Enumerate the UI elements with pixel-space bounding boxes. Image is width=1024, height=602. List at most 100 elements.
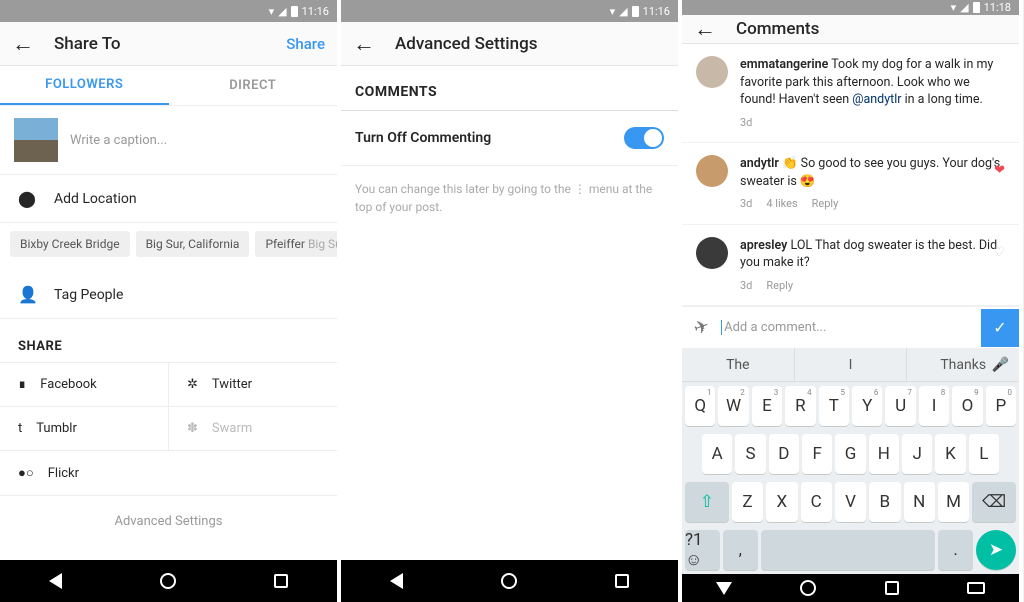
share-swarm[interactable]: ✽Swarm xyxy=(169,407,337,450)
direct-icon[interactable]: ✈ xyxy=(691,315,712,340)
share-tumblr[interactable]: tTumblr xyxy=(0,407,169,450)
key-u[interactable]: U7 xyxy=(885,386,915,426)
add-comment-input[interactable]: Add a comment... xyxy=(721,320,969,335)
key-y[interactable]: Y6 xyxy=(852,386,882,426)
key-e[interactable]: E3 xyxy=(752,386,782,426)
commenting-toggle[interactable] xyxy=(624,127,664,149)
username[interactable]: andytlr xyxy=(740,156,779,171)
back-icon[interactable]: ← xyxy=(694,16,716,42)
timestamp: 3d xyxy=(740,278,752,293)
key-t[interactable]: T5 xyxy=(819,386,849,426)
key-q[interactable]: Q1 xyxy=(685,386,715,426)
key-p[interactable]: P0 xyxy=(986,386,1016,426)
page-title: Advanced Settings xyxy=(395,34,666,54)
suggestion[interactable]: The xyxy=(682,348,795,381)
key-l[interactable]: L xyxy=(969,434,999,474)
avatar[interactable] xyxy=(696,237,728,269)
username[interactable]: emmatangerine xyxy=(740,57,828,72)
reply-button[interactable]: Reply xyxy=(812,196,839,211)
share-facebook[interactable]: ∎Facebook xyxy=(0,363,169,406)
nav-hide-kb-icon[interactable] xyxy=(716,582,732,595)
back-icon[interactable]: ← xyxy=(353,31,375,57)
reply-button[interactable]: Reply xyxy=(766,278,793,293)
key-d[interactable]: D xyxy=(769,434,799,474)
key-m[interactable]: M xyxy=(938,482,969,522)
key-s[interactable]: S xyxy=(735,434,765,474)
nav-bar xyxy=(0,560,337,602)
key-n[interactable]: N xyxy=(904,482,935,522)
nav-home-icon[interactable] xyxy=(160,573,176,589)
tab-direct[interactable]: DIRECT xyxy=(169,66,338,105)
nav-home-icon[interactable] xyxy=(501,573,517,589)
share-flickr[interactable]: ●○Flickr xyxy=(0,451,169,495)
facebook-icon: ∎ xyxy=(18,377,26,392)
shift-key[interactable]: ⇧ xyxy=(685,482,729,522)
nav-recent-icon[interactable] xyxy=(274,574,288,588)
enter-key[interactable]: ➤ xyxy=(976,530,1016,570)
avatar[interactable] xyxy=(696,155,728,187)
nav-home-icon[interactable] xyxy=(800,580,816,596)
key-j[interactable]: J xyxy=(902,434,932,474)
tumblr-icon: t xyxy=(18,421,22,436)
location-chip[interactable]: Bixby Creek Bridge xyxy=(10,231,130,257)
key-k[interactable]: K xyxy=(935,434,965,474)
space-key[interactable] xyxy=(761,530,935,570)
username[interactable]: apresley xyxy=(740,238,787,253)
backspace-key[interactable]: ⌫ xyxy=(972,482,1016,522)
key-x[interactable]: X xyxy=(766,482,797,522)
post-thumbnail xyxy=(14,118,58,162)
nav-recent-icon[interactable] xyxy=(885,581,899,595)
caption-row[interactable]: Write a caption... xyxy=(0,106,337,175)
mention-link[interactable]: @andytlr xyxy=(852,92,901,107)
key-a[interactable]: A xyxy=(702,434,732,474)
nav-recent-icon[interactable] xyxy=(615,574,629,588)
back-icon[interactable]: ← xyxy=(12,31,34,57)
turn-off-commenting-row[interactable]: Turn Off Commenting xyxy=(341,111,678,166)
key-r[interactable]: R4 xyxy=(785,386,815,426)
like-icon[interactable]: ♡ xyxy=(993,245,1005,260)
suggestion[interactable]: Thanks🎤 xyxy=(907,348,1019,381)
help-text: You can change this later by going to th… xyxy=(341,166,678,230)
like-icon[interactable]: ❤ xyxy=(994,163,1005,178)
mic-icon[interactable]: 🎤 xyxy=(992,357,1009,373)
caption-input[interactable]: Write a caption... xyxy=(70,133,323,148)
symbols-key[interactable]: ?1☺ xyxy=(685,530,720,570)
clock: 11:18 xyxy=(984,1,1011,14)
add-location-button[interactable]: ⬤ Add Location xyxy=(0,175,337,223)
key-w[interactable]: W2 xyxy=(718,386,748,426)
timestamp: 3d xyxy=(740,196,752,211)
nav-bar xyxy=(682,574,1019,602)
submit-comment-button[interactable]: ✓ xyxy=(981,309,1019,347)
location-chip[interactable]: Big Sur, California xyxy=(136,231,250,257)
key-f[interactable]: F xyxy=(802,434,832,474)
tag-people-label: Tag People xyxy=(54,287,123,303)
comma-key[interactable]: , xyxy=(723,530,758,570)
key-z[interactable]: Z xyxy=(732,482,763,522)
key-b[interactable]: B xyxy=(869,482,900,522)
key-c[interactable]: C xyxy=(801,482,832,522)
key-o[interactable]: O9 xyxy=(952,386,982,426)
nav-back-icon[interactable] xyxy=(390,573,403,589)
key-g[interactable]: G xyxy=(835,434,865,474)
advanced-settings-link[interactable]: Advanced Settings xyxy=(0,496,337,547)
share-button[interactable]: Share xyxy=(286,35,325,53)
tag-people-button[interactable]: 👤 Tag People xyxy=(0,271,337,319)
wifi-icon: ▾ xyxy=(610,5,616,18)
key-v[interactable]: V xyxy=(835,482,866,522)
location-chips: Bixby Creek Bridge Big Sur, California P… xyxy=(0,223,337,271)
comments-section-header: COMMENTS xyxy=(341,66,678,111)
avatar[interactable] xyxy=(696,56,728,88)
period-key[interactable]: . xyxy=(938,530,973,570)
suggestion[interactable]: I xyxy=(795,348,908,381)
nav-keyboard-icon[interactable] xyxy=(967,582,985,594)
location-chip[interactable]: Pfeiffer Big Sur State P xyxy=(255,231,337,257)
key-h[interactable]: H xyxy=(869,434,899,474)
key-i[interactable]: I8 xyxy=(919,386,949,426)
share-twitter[interactable]: ✲Twitter xyxy=(169,363,337,406)
tab-followers[interactable]: FOLLOWERS xyxy=(0,66,169,105)
nav-back-icon[interactable] xyxy=(49,573,62,589)
signal-icon: ◢ xyxy=(278,5,286,18)
share-section-label: SHARE xyxy=(0,319,337,362)
like-count[interactable]: 4 likes xyxy=(766,196,797,211)
share-screen: ▾ ◢ 11:16 ← Share To Share FOLLOWERS DIR… xyxy=(0,0,341,602)
